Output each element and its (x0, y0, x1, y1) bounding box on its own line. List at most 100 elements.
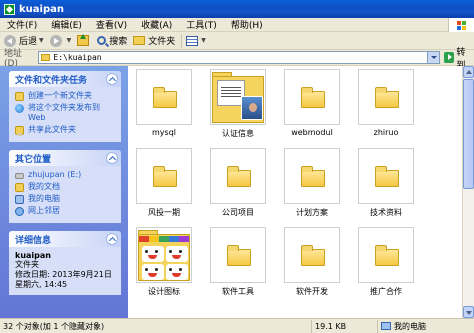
thumbnail (358, 69, 414, 125)
details-name: kuaipan (15, 251, 51, 260)
publish-web-icon (15, 104, 24, 113)
file-name: 设计图标 (148, 287, 180, 296)
views-button[interactable]: ▼ (186, 35, 206, 46)
details-title: 详细信息 (15, 235, 52, 246)
task-publish-web[interactable]: 将这个文件夹发布到 Web (15, 103, 117, 123)
status-object-count: 32 个对象(加 1 个隐藏对象) (0, 319, 312, 333)
task-new-folder-label: 创建一个新文件夹 (28, 91, 92, 100)
file-item[interactable]: 风投一期 (134, 148, 194, 218)
scroll-down-icon[interactable] (463, 306, 474, 318)
file-item[interactable]: 软件工具 (208, 227, 268, 297)
file-item[interactable]: 认证信息 (208, 69, 268, 139)
status-size: 19.1 KB (312, 319, 378, 333)
thumbnail (210, 69, 266, 125)
scroll-up-icon[interactable] (463, 66, 474, 78)
up-folder-button[interactable] (77, 34, 91, 46)
forward-button[interactable]: ▼ (49, 34, 72, 47)
status-location: 我的电脑 (394, 321, 426, 331)
back-dropdown-icon[interactable]: ▼ (39, 37, 44, 44)
file-item[interactable]: zhiruo (356, 69, 416, 137)
file-item[interactable]: webmodul (282, 69, 342, 137)
details-header[interactable]: 详细信息 (9, 231, 121, 247)
thumbnail (136, 148, 192, 204)
other-places-panel: 其它位置 zhujupan (E:) 我的文档 我的电脑 网上邻居 (9, 150, 121, 223)
menu-edit[interactable]: 编辑(E) (44, 18, 89, 31)
collapse-chevron-icon[interactable] (106, 152, 118, 164)
collapse-chevron-icon[interactable] (106, 73, 118, 85)
place-network-label: 网上邻居 (28, 206, 60, 215)
details-modified: 修改日期: 2013年9月21日星期六, 14:45 (15, 270, 112, 289)
my-documents-icon (15, 183, 24, 192)
views-dropdown-icon[interactable]: ▼ (201, 37, 206, 44)
address-bar: 地址(D) E:\kuaipan 转到 (0, 48, 474, 71)
network-places-icon (15, 207, 24, 216)
address-input[interactable]: E:\kuaipan (38, 51, 440, 64)
address-dropdown-icon[interactable] (426, 52, 439, 63)
folders-label: 文件夹 (148, 37, 176, 47)
search-button[interactable]: 搜索 (97, 34, 127, 47)
status-bar: 32 个对象(加 1 个隐藏对象) 19.1 KB 我的电脑 (0, 318, 474, 333)
place-my-documents[interactable]: 我的文档 (15, 182, 117, 192)
folder-icon (301, 87, 325, 108)
file-item[interactable]: 设计图标 (134, 227, 194, 297)
thumbnail (284, 69, 340, 125)
file-view[interactable]: mysql 认证信息 webmodul zhiruo 风投一期 公司项目 计划方案 技术资料设… (128, 66, 462, 318)
folder-icon (375, 245, 399, 266)
file-tasks-header[interactable]: 文件和文件夹任务 (9, 71, 121, 87)
my-computer-icon (15, 195, 24, 204)
menu-help[interactable]: 帮助(H) (224, 18, 270, 31)
photo-preview (241, 96, 263, 120)
folder-icon (375, 166, 399, 187)
file-name: mysql (152, 128, 176, 137)
task-new-folder[interactable]: 创建一个新文件夹 (15, 91, 117, 101)
file-name: 软件工具 (222, 287, 254, 296)
folder-icon (153, 166, 177, 187)
folders-button[interactable]: 文件夹 (133, 34, 175, 47)
title-bar[interactable]: kuaipan (0, 0, 474, 18)
place-my-computer[interactable]: 我的电脑 (15, 194, 117, 204)
file-item[interactable]: mysql (134, 69, 194, 137)
file-item[interactable]: 推广合作 (356, 227, 416, 297)
menu-tools[interactable]: 工具(T) (179, 18, 224, 31)
folder-icon (375, 87, 399, 108)
menu-file[interactable]: 文件(F) (0, 18, 44, 31)
thumbnail (284, 148, 340, 204)
place-drive-label: zhujupan (E:) (28, 170, 82, 179)
new-folder-icon (15, 92, 24, 101)
thumbnail-grid: mysql 认证信息 webmodul zhiruo 风投一期 公司项目 计划方案 技术资料设… (128, 66, 462, 318)
collapse-chevron-icon[interactable] (106, 233, 118, 245)
place-my-documents-label: 我的文档 (28, 182, 60, 191)
place-network[interactable]: 网上邻居 (15, 206, 117, 216)
toolbar: 后退 ▼ ▼ 搜索 文件夹 ▼ (0, 32, 474, 50)
drive-icon (15, 173, 24, 179)
file-item[interactable]: 技术资料 (356, 148, 416, 218)
menu-view[interactable]: 查看(V) (89, 18, 134, 31)
forward-dropdown-icon[interactable]: ▼ (67, 37, 72, 44)
window-title: kuaipan (19, 3, 64, 15)
file-name: 软件开发 (296, 287, 328, 296)
task-share-folder[interactable]: 共享此文件夹 (15, 125, 117, 136)
file-name: webmodul (291, 128, 333, 137)
thumbnail (136, 227, 192, 283)
search-label: 搜索 (109, 37, 128, 47)
file-item[interactable]: 计划方案 (282, 148, 342, 218)
other-places-title: 其它位置 (15, 154, 52, 165)
folder-icon (227, 166, 251, 187)
task-share-folder-label: 共享此文件夹 (28, 125, 76, 134)
place-my-computer-label: 我的电脑 (28, 194, 60, 203)
menu-favorites[interactable]: 收藏(A) (134, 18, 179, 31)
my-computer-icon (381, 322, 391, 330)
file-item[interactable]: 软件开发 (282, 227, 342, 297)
other-places-header[interactable]: 其它位置 (9, 150, 121, 166)
vertical-scrollbar[interactable] (462, 66, 474, 318)
file-item[interactable]: 公司项目 (208, 148, 268, 218)
file-name: 公司项目 (222, 208, 254, 217)
scroll-thumb[interactable] (463, 79, 474, 189)
go-arrow-icon (443, 52, 455, 63)
smiley-face-icon (166, 246, 188, 262)
folder-window-icon (4, 3, 15, 15)
up-folder-icon (77, 34, 90, 46)
thumbnail (136, 69, 192, 125)
address-path: E:\kuaipan (53, 53, 102, 62)
place-drive[interactable]: zhujupan (E:) (15, 170, 117, 180)
